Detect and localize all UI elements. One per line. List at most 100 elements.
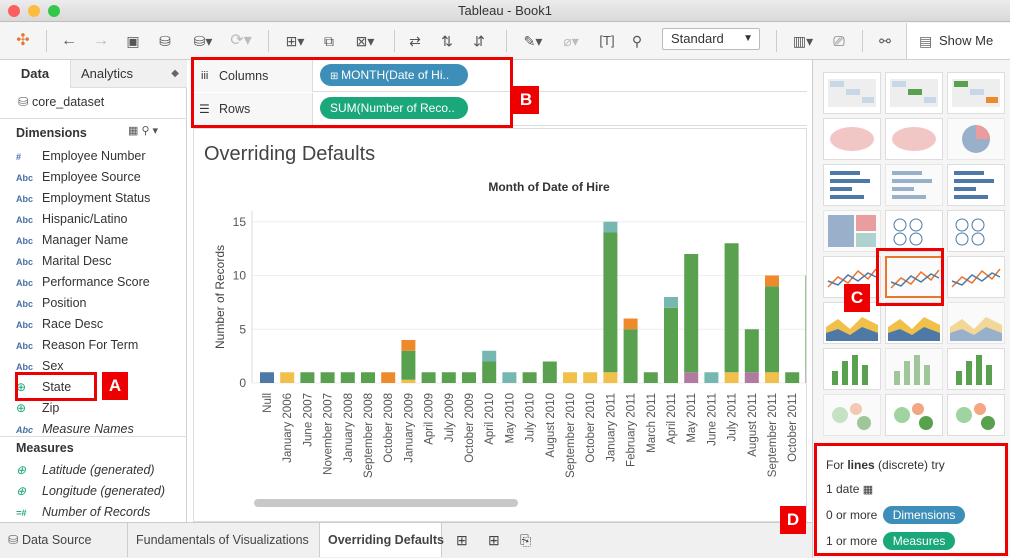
chart-type-thumbnail[interactable]: [947, 118, 1005, 160]
tab-analytics-label: Analytics: [81, 66, 134, 81]
chart-type-thumbnail[interactable]: [823, 72, 881, 114]
chart-type-thumbnail[interactable]: [947, 210, 1005, 252]
dimension-field[interactable]: Abc Performance Score: [16, 272, 150, 292]
new-worksheet-tab-icon[interactable]: ⊞: [448, 523, 474, 557]
rows-pill[interactable]: SUM(Number of Reco..: [320, 97, 468, 119]
data-source-name: core_dataset: [31, 95, 105, 109]
chart-type-preview-icon: [956, 403, 995, 430]
chart-type-thumbnail[interactable]: [823, 348, 881, 390]
chart-type-thumbnail[interactable]: [885, 348, 943, 390]
chart-type-preview-icon: [828, 79, 876, 107]
dimension-field[interactable]: Abc Race Desc: [16, 314, 103, 334]
dimension-field[interactable]: Abc Marital Desc: [16, 251, 111, 271]
columns-shelf[interactable]: iii Columns ⊞ MONTH(Date of Hi..: [193, 60, 807, 92]
bar-segment: [724, 243, 739, 373]
show-me-button[interactable]: ▤ Show Me: [906, 23, 1010, 59]
tab-data[interactable]: Data: [0, 60, 70, 88]
field-type-icon: Abc: [16, 278, 34, 288]
horizontal-scrollbar[interactable]: [254, 499, 518, 507]
show-mark-labels-icon[interactable]: [T]: [596, 28, 618, 54]
presentation-mode-icon[interactable]: ⎚: [828, 28, 850, 54]
clear-sheet-icon[interactable]: ⊠▾: [348, 28, 382, 54]
chart-type-thumbnail[interactable]: [947, 302, 1005, 344]
chart-type-thumbnail[interactable]: [885, 164, 943, 206]
x-tick-label: August 2011: [747, 393, 759, 457]
dimension-field[interactable]: Abc Employment Status: [16, 188, 150, 208]
rows-shelf[interactable]: ☰ Rows SUM(Number of Reco..: [193, 93, 807, 125]
chart-type-thumbnail[interactable]: [947, 72, 1005, 114]
chart-type-preview-icon: [952, 79, 1000, 107]
chart-type-thumbnail[interactable]: [947, 256, 1005, 298]
chart-type-thumbnail[interactable]: [947, 164, 1005, 206]
dimension-field[interactable]: ⊕ State: [16, 377, 71, 397]
hint-bold: lines: [847, 458, 875, 472]
dimension-field[interactable]: ⊕ Zip: [16, 398, 59, 418]
x-tick-label: January 2009: [403, 393, 415, 463]
tableau-logo-icon[interactable]: ✣: [12, 28, 34, 54]
duplicate-sheet-icon[interactable]: ⧉: [318, 28, 340, 54]
undo-icon[interactable]: ←: [58, 28, 80, 54]
share-icon[interactable]: ⚯: [874, 28, 896, 54]
new-dashboard-tab-icon[interactable]: ⊞: [480, 523, 506, 557]
bar-segment: [260, 372, 274, 383]
dimension-field[interactable]: Abc Employee Source: [16, 167, 141, 187]
minimize-window-button[interactable]: [28, 5, 40, 17]
dimension-field[interactable]: Abc Reason For Term: [16, 335, 138, 355]
x-tick-label: July 2010: [525, 393, 537, 442]
save-icon[interactable]: ▣: [122, 28, 144, 54]
chart-type-thumbnail[interactable]: [947, 348, 1005, 390]
bar-segment: [785, 372, 800, 383]
chart-type-thumbnail[interactable]: [885, 210, 943, 252]
bar-segment: [441, 372, 456, 383]
pause-updates-icon[interactable]: ⛁▾: [186, 28, 220, 54]
chart-type-thumbnail[interactable]: [885, 72, 943, 114]
group-members-icon[interactable]: ⌀▾: [554, 28, 588, 54]
hint-text: For lines (discrete) try: [826, 458, 945, 472]
columns-pill[interactable]: ⊞ MONTH(Date of Hi..: [320, 64, 468, 86]
measure-field[interactable]: ⊕ Longitude (generated): [16, 481, 165, 501]
swap-rows-columns-icon[interactable]: ⇄: [404, 28, 426, 54]
measure-field[interactable]: ⊕ Latitude (generated): [16, 460, 155, 480]
highlight-icon[interactable]: ✎▾: [516, 28, 550, 54]
chart-type-thumbnail[interactable]: [885, 394, 943, 436]
sheet-tabs-bar: ⛁ Data Source Fundamentals of Visualizat…: [0, 522, 812, 558]
chart-type-thumbnail[interactable]: [823, 210, 881, 252]
refresh-icon[interactable]: ⟳▾: [224, 28, 258, 54]
chart-type-thumbnail[interactable]: [823, 394, 881, 436]
chart-type-thumbnail[interactable]: [823, 164, 881, 206]
req-date-text: 1 date: [826, 482, 860, 496]
tab-fundamentals[interactable]: Fundamentals of Visualizations: [128, 523, 320, 557]
sort-descending-icon[interactable]: ⇵: [468, 28, 490, 54]
dimension-field[interactable]: Abc Position: [16, 293, 86, 313]
new-worksheet-icon[interactable]: ⊞▾: [278, 28, 312, 54]
data-source-item[interactable]: ⛁ core_dataset: [18, 94, 104, 109]
redo-icon[interactable]: →: [90, 28, 112, 54]
zoom-window-button[interactable]: [48, 5, 60, 17]
close-window-button[interactable]: [8, 5, 20, 17]
show-cards-icon[interactable]: ▥▾: [786, 28, 820, 54]
new-datasource-icon[interactable]: ⛁: [154, 28, 176, 54]
new-story-tab-icon[interactable]: ⎘: [512, 523, 538, 557]
dimension-field[interactable]: Abc Sex: [16, 356, 64, 376]
x-tick-label: June 2007: [302, 393, 314, 447]
dimension-field[interactable]: # Employee Number: [16, 146, 146, 166]
dimension-field[interactable]: Abc Hispanic/Latino: [16, 209, 127, 229]
fix-axes-icon[interactable]: ⚲: [626, 28, 648, 54]
bar-segment: [563, 372, 577, 383]
measure-field[interactable]: =# Number of Records: [16, 502, 150, 522]
dimensions-toolbar-icons[interactable]: ▦ ⚲ ▾: [128, 124, 158, 137]
chart-type-thumbnail[interactable]: [885, 302, 943, 344]
tab-overriding-defaults[interactable]: Overriding Defaults: [320, 523, 444, 557]
bar-segment: [482, 350, 497, 362]
columns-shelf-label: iii Columns: [193, 60, 313, 92]
chart-type-thumbnail[interactable]: [947, 394, 1005, 436]
tab-analytics[interactable]: Analytics ◆: [70, 60, 187, 88]
chart-type-thumbnail[interactable]: [885, 256, 943, 298]
chart-type-thumbnail[interactable]: [885, 118, 943, 160]
sort-ascending-icon[interactable]: ⇅: [436, 28, 458, 54]
chart-type-thumbnail[interactable]: [823, 118, 881, 160]
chart-type-preview-icon: [956, 355, 992, 385]
dimension-field[interactable]: Abc Manager Name: [16, 230, 128, 250]
view-size-select[interactable]: Standard ▼: [662, 28, 760, 50]
tab-data-source[interactable]: ⛁ Data Source: [0, 523, 128, 557]
